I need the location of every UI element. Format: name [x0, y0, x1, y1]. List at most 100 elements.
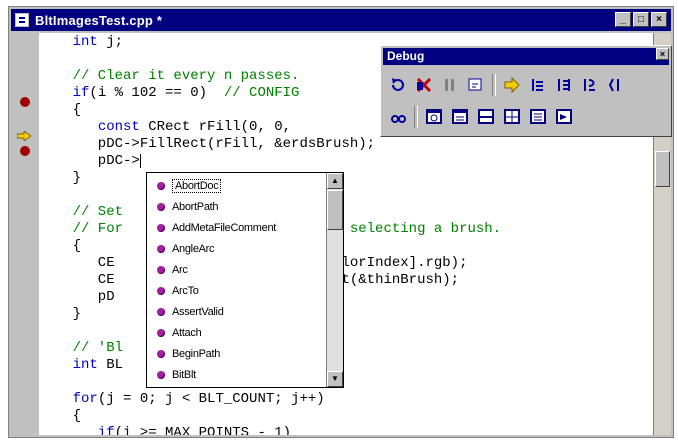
debug-toolbar-row-2 — [387, 106, 579, 128]
method-icon — [157, 370, 165, 379]
code-token: } — [39, 170, 82, 186]
code-token: CRect rFill(0, 0, — [139, 119, 292, 135]
maximize-button[interactable]: □ — [633, 12, 649, 27]
keyword-token: const — [97, 119, 140, 135]
comment-token: // For — [39, 221, 124, 237]
code-token: j; — [97, 34, 124, 50]
breakpoint-icon[interactable] — [20, 146, 30, 156]
method-icon — [157, 223, 165, 232]
window-title: BltImagesTest.cpp * — [35, 12, 163, 28]
stop-debugging-icon[interactable] — [413, 74, 435, 96]
code-line[interactable]: { — [39, 102, 81, 119]
method-icon — [157, 307, 165, 316]
keyword-token: for — [72, 391, 98, 407]
code-line[interactable]: // Clear it every n passes. — [39, 68, 300, 85]
keyword-token: int — [72, 357, 98, 373]
debug-toolbar-title[interactable]: Debug — [383, 48, 669, 65]
autocomplete-item-label: AbortPath — [172, 200, 219, 213]
autocomplete-scrollbar[interactable]: ▲ ▼ — [326, 173, 343, 387]
memory-window-icon[interactable] — [501, 106, 523, 128]
quickwatch-icon[interactable] — [387, 106, 409, 128]
code-line[interactable]: } — [39, 170, 81, 187]
scroll-up-button[interactable]: ▲ — [327, 173, 343, 189]
editor-scroll-thumb[interactable] — [655, 151, 670, 187]
autocomplete-scroll-thumb[interactable] — [327, 190, 343, 230]
code-line[interactable]: if(i % 102 == 0) // CONFIG — [39, 85, 300, 102]
comment-token: // 'Bl — [39, 340, 124, 356]
code-line[interactable]: const CRect rFill(0, 0, — [39, 119, 291, 136]
autocomplete-item-label: ArcTo — [172, 284, 199, 297]
scroll-down-button[interactable]: ▼ — [327, 371, 343, 387]
restart-icon[interactable] — [387, 74, 409, 96]
toolbar-separator — [414, 106, 418, 128]
code-line[interactable]: { — [39, 408, 81, 425]
disassembly-icon[interactable] — [553, 106, 575, 128]
method-icon — [157, 349, 165, 358]
autocomplete-item-label: Arc — [172, 263, 188, 276]
autocomplete-item-label: AbortDoc — [172, 178, 222, 193]
breakpoint-icon[interactable] — [20, 97, 30, 107]
autocomplete-item[interactable]: AbortDoc — [147, 175, 323, 196]
call-stack-icon[interactable] — [527, 106, 549, 128]
autocomplete-item[interactable]: ArcTo — [147, 280, 323, 301]
code-token: (i >= MAX_POINTS - 1) — [114, 425, 292, 435]
debug-toolbar-row-1 — [387, 74, 631, 96]
autocomplete-item[interactable]: AbortPath — [147, 196, 323, 217]
method-icon — [157, 181, 165, 190]
step-over-icon[interactable] — [553, 74, 575, 96]
step-out-icon[interactable] — [579, 74, 601, 96]
current-line-arrow-icon — [17, 131, 31, 141]
autocomplete-item[interactable]: AddMetaFileComment — [147, 217, 323, 238]
code-line[interactable]: for(j = 0; j < BLT_COUNT; j++) — [39, 391, 325, 408]
autocomplete-item[interactable]: Arc — [147, 259, 323, 280]
method-icon — [157, 202, 165, 211]
method-icon — [157, 328, 165, 337]
code-line[interactable]: pDC-> — [39, 153, 140, 170]
autocomplete-item-label: BitBlt — [172, 368, 196, 381]
code-token: (j = 0; j < BLT_COUNT; j++) — [97, 391, 325, 407]
variables-window-icon[interactable] — [449, 106, 471, 128]
code-line[interactable]: { — [39, 238, 81, 255]
code-token: { — [39, 102, 82, 118]
autocomplete-item-label: Attach — [172, 326, 202, 339]
autocomplete-item[interactable]: BeginPath — [147, 343, 323, 364]
comment-token: // Set — [39, 204, 124, 220]
keyword-token: if — [97, 425, 115, 435]
autocomplete-item-label: BeginPath — [172, 347, 221, 360]
code-line[interactable]: int j; — [39, 34, 123, 51]
autocomplete-item[interactable]: BitBlt — [147, 364, 323, 385]
toolbar-separator — [492, 74, 496, 96]
autocomplete-item-label: AssertValid — [172, 305, 224, 318]
autocomplete-list[interactable]: BitBlt BeginPath Attach AssertValid ArcTo Arc… — [146, 172, 344, 388]
debug-toolbar-close-button[interactable]: × — [656, 48, 669, 60]
autocomplete-item[interactable]: AssertValid — [147, 301, 323, 322]
code-line[interactable]: pDC->FillRect(rFill, &erdsBrush); — [39, 136, 375, 153]
comment-token: // CONFIG — [223, 85, 300, 101]
close-button[interactable]: × — [651, 12, 667, 27]
registers-window-icon[interactable] — [475, 106, 497, 128]
code-line[interactable]: if(i >= MAX_POINTS - 1) — [39, 425, 291, 435]
autocomplete-item[interactable]: AngleArc — [147, 238, 323, 259]
apply-code-changes-icon[interactable] — [465, 74, 487, 96]
code-token: } — [39, 306, 82, 322]
text-caret — [139, 154, 141, 168]
autocomplete-item-label: AngleArc — [172, 242, 215, 255]
watch-window-icon[interactable] — [423, 106, 445, 128]
code-token: pDC-> — [39, 153, 140, 169]
title-bar[interactable]: BltImagesTest.cpp * _ □ × — [11, 9, 671, 31]
run-to-cursor-icon[interactable] — [605, 74, 627, 96]
step-into-icon[interactable] — [527, 74, 549, 96]
autocomplete-item[interactable]: Attach — [147, 322, 323, 343]
show-next-statement-icon[interactable] — [501, 74, 523, 96]
comment-token: // Clear it every n passes. — [39, 68, 300, 84]
code-line[interactable]: } — [39, 306, 81, 323]
minimize-button[interactable]: _ — [615, 12, 631, 27]
break-execution-icon[interactable] — [439, 74, 461, 96]
breakpoint-margin[interactable] — [11, 33, 39, 435]
debug-toolbar: Debug × — [380, 45, 672, 137]
